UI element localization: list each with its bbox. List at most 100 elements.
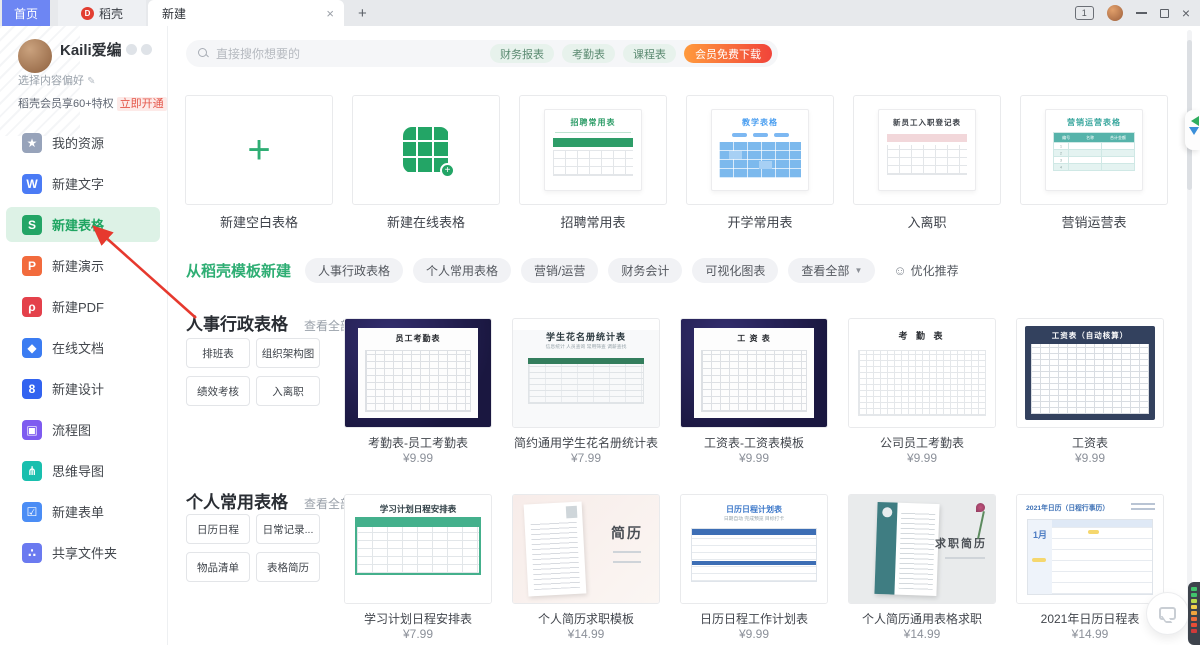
template-name[interactable]: 学习计划日程安排表 — [334, 610, 502, 627]
quick-card-label: 招聘常用表 — [519, 212, 667, 231]
sidebar-item-my-resources[interactable]: ★ 我的资源 — [0, 122, 168, 163]
search-input[interactable]: 直接搜你想要的 — [216, 45, 490, 62]
sidebar-item-new-presentation[interactable]: P 新建演示 — [0, 245, 168, 286]
preview-subtitle: 日期自动 完成预览 目标打卡 — [710, 515, 798, 522]
tab-new[interactable]: 新建 × — [148, 0, 344, 26]
minimize-button[interactable] — [1136, 12, 1147, 14]
template-name[interactable]: 个人简历求职模板 — [502, 610, 670, 627]
sidebar-item-label: 我的资源 — [52, 133, 104, 152]
template-card[interactable]: 2021年日历（日程行事历） 1月 — [1016, 494, 1164, 604]
nav-tab-personal[interactable]: 个人常用表格 — [413, 258, 511, 283]
chevron-down-icon: ▼ — [854, 266, 862, 275]
search-tag[interactable]: 考勤表 — [562, 44, 615, 63]
template-preview: 招聘常用表 — [544, 109, 642, 191]
template-name[interactable]: 公司员工考勤表 — [838, 434, 1006, 451]
feedback-color-widget[interactable] — [1188, 582, 1200, 645]
shared-folder-icon: ∴ — [22, 543, 42, 563]
new-tab-button[interactable]: + — [358, 5, 367, 22]
quick-filter-button[interactable]: 表格简历 — [256, 552, 320, 582]
flowchart-icon: ▣ — [22, 420, 42, 440]
sidebar-item-mindmap[interactable]: ⋔ 思维导图 — [0, 450, 168, 491]
sidebar-item-online-doc[interactable]: ◆ 在线文档 — [0, 327, 168, 368]
marketing-template-card[interactable]: 营销运营表格 编号 名称 合计金额 1 2 3 4 — [1020, 95, 1168, 205]
pencil-icon: ✎ — [87, 76, 95, 87]
quick-filter-button[interactable]: 日历日程 — [186, 514, 250, 544]
search-tag[interactable]: 财务报表 — [490, 44, 554, 63]
template-card[interactable]: 工 资 表 — [680, 318, 828, 428]
docer-logo-icon: D — [81, 7, 94, 20]
vip-activate-link[interactable]: 立即开通 — [117, 97, 167, 111]
tab-docer[interactable]: D 稻壳 — [58, 0, 146, 26]
level-badge-icon — [141, 44, 152, 55]
quick-filter-button[interactable]: 物品清单 — [186, 552, 250, 582]
template-name[interactable]: 工资表-工资表模板 — [670, 434, 838, 451]
onboarding-template-card[interactable]: 新员工入职登记表 — [853, 95, 1001, 205]
blue-arrow-icon — [1189, 127, 1199, 140]
preference-link[interactable]: 选择内容偏好 ✎ — [18, 72, 167, 88]
home-button[interactable]: 首页 — [2, 0, 50, 26]
template-card[interactable]: 简历 — [512, 494, 660, 604]
template-name[interactable]: 考勤表-员工考勤表 — [334, 434, 502, 451]
template-card[interactable]: 员工考勤表 — [344, 318, 492, 428]
vip-download-button[interactable]: 会员免费下载 — [684, 44, 772, 63]
preview-row-num: 2 — [1057, 152, 1064, 155]
sidebar-item-new-writer[interactable]: W 新建文字 — [0, 163, 168, 204]
template-name[interactable]: 个人简历通用表格求职 — [838, 610, 1006, 627]
window-count-icon[interactable]: 1 — [1075, 6, 1094, 20]
preview-title: 工 资 表 — [694, 333, 814, 344]
spreadsheet-icon: S — [22, 215, 42, 235]
preview-title: 员工考勤表 — [358, 333, 478, 344]
template-card[interactable]: 学生花名册统计表 信息统计 人员查询 常用筛查 调薪查找 — [512, 318, 660, 428]
user-avatar[interactable] — [18, 39, 52, 73]
new-blank-sheet-card[interactable]: + — [185, 95, 333, 205]
titlebar-avatar[interactable] — [1107, 5, 1123, 21]
preview-title: 学习计划日程安排表 — [345, 503, 491, 515]
search-icon — [198, 48, 209, 59]
nav-tab-charts[interactable]: 可视化图表 — [692, 258, 778, 283]
template-name[interactable]: 日历日程工作计划表 — [670, 610, 838, 627]
template-card[interactable]: 求职简历 — [848, 494, 996, 604]
nav-view-all-dropdown[interactable]: 查看全部▼ — [788, 258, 875, 283]
quick-filter-button[interactable]: 组织架构图 — [256, 338, 320, 368]
new-online-sheet-card[interactable]: + — [352, 95, 500, 205]
template-card[interactable]: 工资表（自动核算） — [1016, 318, 1164, 428]
side-panel-toggle[interactable] — [1185, 110, 1200, 150]
sidebar-item-flowchart[interactable]: ▣ 流程图 — [0, 409, 168, 450]
quick-filter-button[interactable]: 排班表 — [186, 338, 250, 368]
template-card[interactable]: 日历日程计划表 日期自动 完成预览 目标打卡 — [680, 494, 828, 604]
quick-filter-button[interactable]: 入离职 — [256, 376, 320, 406]
nav-tab-marketing[interactable]: 营销/运营 — [521, 258, 598, 283]
search-tag[interactable]: 课程表 — [623, 44, 676, 63]
online-sheet-icon: + — [403, 127, 449, 173]
nav-tab-hr[interactable]: 人事行政表格 — [305, 258, 403, 283]
close-button[interactable]: × — [1182, 6, 1190, 20]
maximize-button[interactable] — [1160, 9, 1169, 18]
plus-icon: + — [247, 130, 270, 170]
writer-icon: W — [22, 174, 42, 194]
preview-title: 营销运营表格 — [1046, 117, 1142, 128]
sidebar-item-shared-folder[interactable]: ∴ 共享文件夹 — [0, 532, 168, 573]
sidebar-item-new-design[interactable]: 8 新建设计 — [0, 368, 168, 409]
tab-close-icon[interactable]: × — [326, 6, 334, 21]
school-template-card[interactable]: 教学表格 — [686, 95, 834, 205]
feedback-chat-button[interactable] — [1146, 592, 1189, 635]
search-bar[interactable]: 直接搜你想要的 财务报表 考勤表 课程表 会员免费下载 — [186, 40, 778, 67]
plus-badge-icon: + — [440, 163, 455, 178]
sidebar-item-new-spreadsheet[interactable]: S 新建表格 — [0, 204, 168, 245]
quick-filter-button[interactable]: 日常记录... — [256, 514, 320, 544]
optimize-recommend-toggle[interactable]: ☺ 优化推荐 — [893, 262, 958, 279]
template-name[interactable]: 简约通用学生花名册统计表 — [502, 434, 670, 451]
quick-filter-button[interactable]: 绩效考核 — [186, 376, 250, 406]
recruit-template-card[interactable]: 招聘常用表 — [519, 95, 667, 205]
template-nav-title: 从稻壳模板新建 — [186, 260, 291, 281]
preview-title: 日历日程计划表 — [681, 504, 827, 515]
sidebar-item-new-pdf[interactable]: ρ 新建PDF — [0, 286, 168, 327]
preview-row-num: 3 — [1057, 159, 1064, 162]
vip-promo-text: 稻壳会员享60+特权 — [18, 98, 114, 110]
nav-tab-finance[interactable]: 财务会计 — [608, 258, 682, 283]
template-card[interactable]: 考 勤 表 — [848, 318, 996, 428]
sidebar-item-new-form[interactable]: ☑ 新建表单 — [0, 491, 168, 532]
template-card[interactable]: 学习计划日程安排表 — [344, 494, 492, 604]
tab-new-label: 新建 — [162, 5, 186, 22]
template-name[interactable]: 工资表 — [1006, 434, 1174, 451]
